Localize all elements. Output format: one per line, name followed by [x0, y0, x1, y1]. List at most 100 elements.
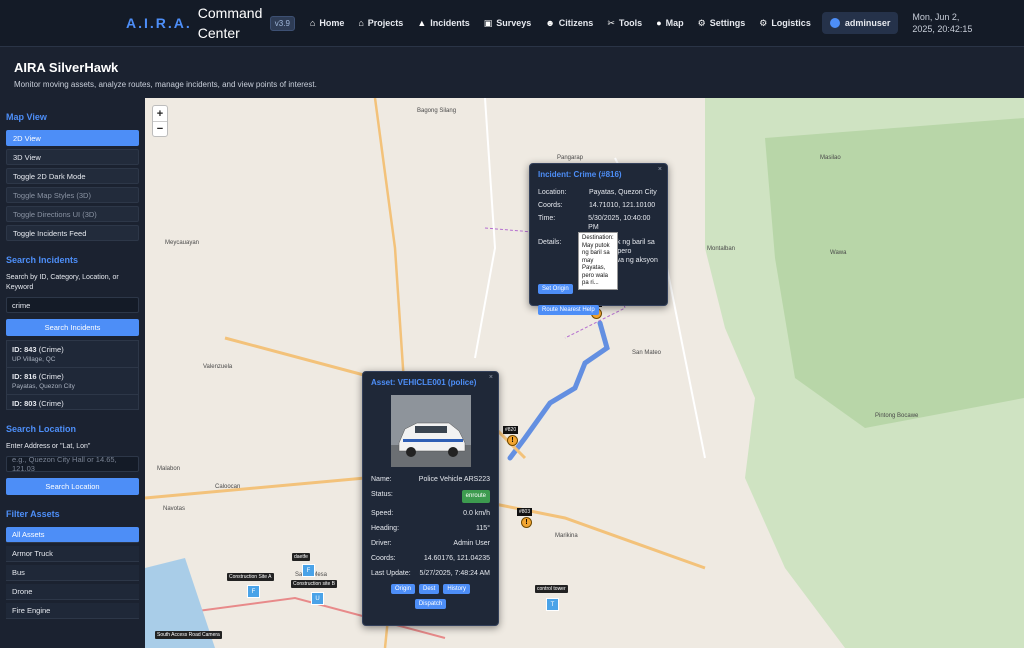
poi-tag[interactable]: control tower	[535, 585, 568, 593]
filter-bus[interactable]: Bus	[6, 565, 139, 581]
filter-armor-truck[interactable]: Armor Truck	[6, 546, 139, 562]
list-item[interactable]: ID: 816 (Crime) Payatas, Quezon City	[7, 368, 138, 395]
close-icon[interactable]: ×	[658, 166, 662, 173]
page-subtitle: Monitor moving assets, analyze routes, m…	[14, 80, 317, 89]
place-label: Meycauayan	[165, 240, 200, 246]
tools-icon: ✂	[607, 17, 615, 28]
list-item[interactable]: ID: 843 (Crime) UP Village, QC	[7, 341, 138, 368]
user-menu-button[interactable]: adminuser	[821, 12, 899, 34]
forest-area	[765, 118, 1024, 428]
toggle-map-styles-button[interactable]: Toggle Map Styles (3D)	[6, 187, 139, 203]
detail-key: Last Update:	[371, 570, 411, 577]
route-nearest-help-button[interactable]: Route Nearest Help	[538, 305, 599, 315]
location-key: Location:	[538, 189, 567, 196]
filter-drone[interactable]: Drone	[6, 584, 139, 600]
place-label: Navotas	[163, 506, 186, 512]
asset-marker-icon[interactable]: F	[302, 564, 315, 577]
filter-all-assets[interactable]: All Assets	[6, 527, 139, 543]
main-nav: ⌂ Home ⌂ Projects ▲ Incidents ▣ Surveys ☻ Cit…	[303, 11, 899, 35]
nav-citizens[interactable]: ☻ Citizens	[538, 11, 600, 35]
survey-icon: ▣	[483, 17, 493, 28]
incident-number-label[interactable]: #820	[503, 426, 519, 434]
toggle-incidents-feed-button[interactable]: Toggle Incidents Feed	[6, 225, 139, 241]
incident-results-list[interactable]: ID: 843 (Crime) UP Village, QC ID: 816 (…	[6, 340, 139, 410]
zoom-in-button[interactable]: +	[153, 106, 167, 121]
map-canvas[interactable]: + − Bagong Silang Meycauayan Valenzuela Mal…	[145, 98, 1024, 648]
asset-detail-row: Name: Police Vehicle ARS223	[371, 475, 490, 484]
asset-marker-icon[interactable]: F	[247, 585, 260, 598]
poi-tag[interactable]: Construction Site A	[227, 573, 274, 581]
place-label: Marikina	[555, 533, 578, 539]
nav-label: Logistics	[771, 18, 811, 28]
search-location-button[interactable]: Search Location	[6, 478, 139, 495]
nav-map[interactable]: ● Map	[649, 11, 690, 35]
warning-icon[interactable]: !	[521, 517, 532, 528]
nav-projects[interactable]: ⌂ Projects	[351, 11, 410, 35]
nav-label: Settings	[709, 18, 746, 28]
place-label: Malabon	[157, 466, 181, 472]
asset-detail-row: Heading: 115°	[371, 524, 490, 533]
toggle-directions-button[interactable]: Toggle Directions UI (3D)	[6, 206, 139, 222]
filter-fire-engine[interactable]: Fire Engine	[6, 603, 139, 619]
place-label: Pangarap	[557, 155, 584, 161]
close-icon[interactable]: ×	[489, 374, 493, 381]
detail-key: Status:	[371, 491, 393, 498]
building-icon: ⌂	[358, 18, 364, 28]
nav-label: Citizens	[558, 18, 594, 28]
search-incidents-button[interactable]: Search Incidents	[6, 319, 139, 336]
detail-value: Police Vehicle ARS223	[418, 476, 490, 483]
3d-view-button[interactable]: 3D View	[6, 149, 139, 165]
dest-button[interactable]: Dest	[419, 584, 440, 594]
place-label: Caloocan	[215, 484, 241, 490]
zoom-out-button[interactable]: −	[153, 121, 167, 136]
place-label: Wawa	[830, 250, 847, 256]
detail-key: Coords:	[371, 555, 396, 562]
time-value: 5/30/2025, 10:40:00 PM	[588, 215, 651, 231]
incident-number-label[interactable]: #803	[517, 508, 533, 516]
status-badge: enroute	[461, 490, 490, 503]
asset-marker-icon[interactable]: T	[546, 598, 559, 611]
nav-tools[interactable]: ✂ Tools	[600, 11, 649, 35]
top-navbar: A.I.R.A. Command Center v3.9 ⌂ Home ⌂ Proj…	[0, 0, 1024, 47]
nav-settings[interactable]: ⚙ Settings	[691, 11, 753, 35]
set-origin-button[interactable]: Set Origin	[538, 284, 573, 294]
origin-button[interactable]: Origin	[390, 584, 415, 594]
brand-aira: A.I.R.A.	[126, 15, 192, 31]
result-id: ID: 843	[12, 345, 37, 354]
car-wheel	[447, 447, 458, 457]
detail-key: Driver:	[371, 540, 392, 547]
coords-key: Coords:	[538, 202, 563, 209]
asset-detail-row: Last Update: 5/27/2025, 7:48:24 AM	[371, 569, 490, 578]
poi-tag[interactable]: Construction site B	[291, 580, 337, 588]
dispatch-button[interactable]: Dispatch	[414, 599, 447, 609]
car-window	[414, 426, 447, 433]
cog-icon: ⚙	[759, 17, 768, 28]
page-title: AIRA SilverHawk	[14, 60, 119, 75]
search-location-input[interactable]: e.g., Quezon City Hall or 14.65, 121.03	[6, 455, 139, 473]
user-icon	[829, 18, 840, 28]
warning-icon[interactable]: !	[507, 435, 518, 446]
asset-marker-icon[interactable]: U	[311, 592, 324, 605]
2d-view-button[interactable]: 2D View	[6, 130, 139, 146]
nav-home[interactable]: ⌂ Home	[303, 11, 351, 35]
datetime: Mon, Jun 2, 2025, 20:42:15	[912, 12, 973, 34]
poi-tag[interactable]: daetfe	[292, 553, 310, 561]
search-incidents-input[interactable]: crime	[6, 297, 139, 313]
car-stripe	[402, 439, 463, 442]
detail-value: 14.60176, 121.04235	[423, 555, 490, 562]
asset-details: Name: Police Vehicle ARS223 Status: enroute…	[371, 475, 490, 578]
place-label: Montalban	[707, 246, 736, 252]
warning-icon: ▲	[417, 18, 427, 28]
history-button[interactable]: History	[443, 584, 471, 594]
nav-label: Tools	[618, 18, 643, 28]
nav-incidents[interactable]: ▲ Incidents	[410, 11, 476, 35]
nav-logistics[interactable]: ⚙ Logistics	[752, 11, 818, 35]
nav-surveys[interactable]: ▣ Surveys	[477, 11, 539, 35]
toggle-dark-mode-button[interactable]: Toggle 2D Dark Mode	[6, 168, 139, 184]
map-pin-icon: ●	[656, 18, 662, 28]
detail-key: Name:	[371, 476, 392, 483]
brand[interactable]: A.I.R.A. Command Center v3.9	[126, 3, 295, 43]
poi-tag[interactable]: South Access Road Camera	[155, 631, 222, 639]
list-item[interactable]: ID: 803 (Crime)	[7, 395, 138, 409]
place-label: San Mateo	[632, 350, 662, 356]
